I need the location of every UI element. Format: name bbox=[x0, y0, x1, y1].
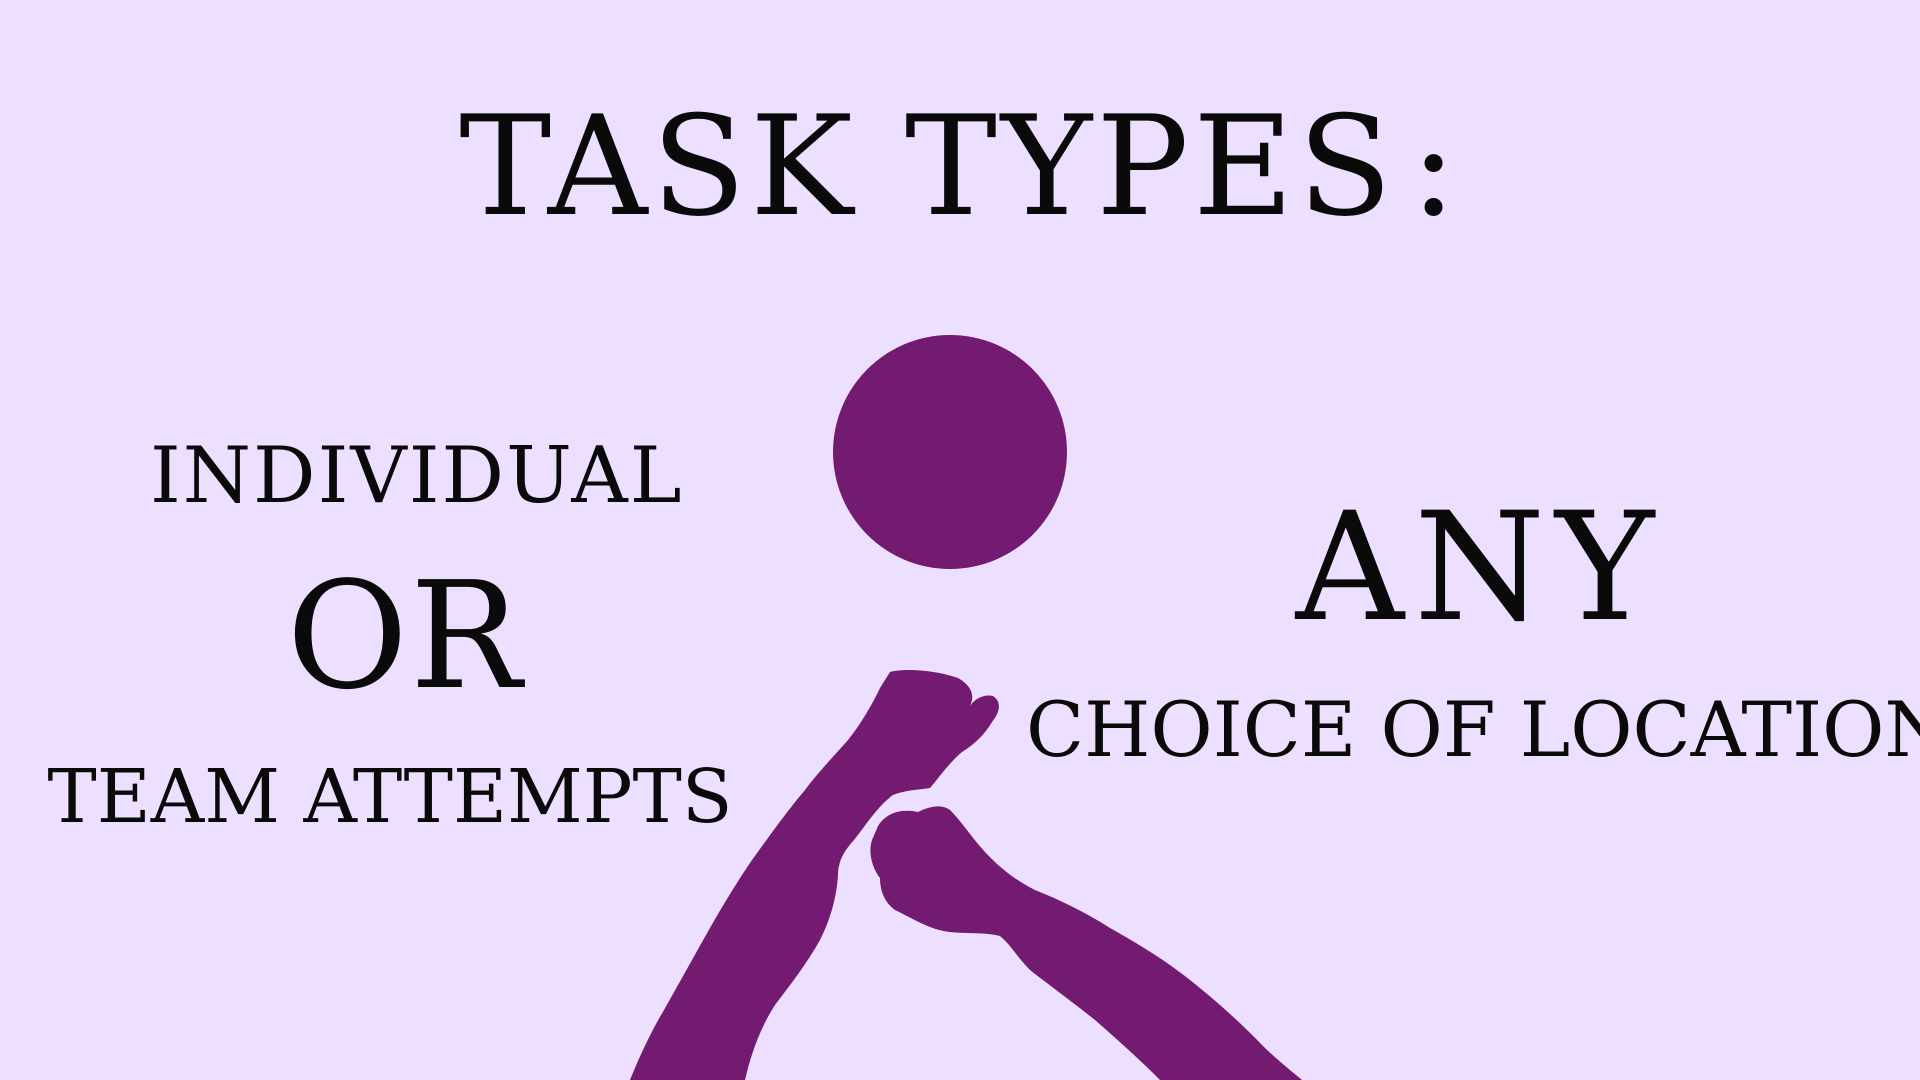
individual-label: INDIVIDUAL bbox=[150, 431, 684, 521]
figure-head bbox=[833, 335, 1067, 569]
any-label: ANY bbox=[1295, 481, 1665, 655]
title-colon: : bbox=[1410, 86, 1461, 247]
slide-title: TASK TYPES: bbox=[0, 98, 1920, 236]
figure-arm-right bbox=[870, 806, 1302, 1080]
slide: TASK TYPES: INDIVIDUAL OR TEAM ATTEMPTS … bbox=[0, 0, 1920, 1080]
team-attempts-label: TEAM ATTEMPTS bbox=[47, 754, 733, 840]
figure-arm-left bbox=[630, 670, 999, 1080]
title-text: TASK TYPES bbox=[459, 86, 1397, 247]
or-label: OR bbox=[286, 550, 524, 722]
choice-of-location-label: CHOICE OF LOCATION bbox=[1026, 685, 1920, 774]
